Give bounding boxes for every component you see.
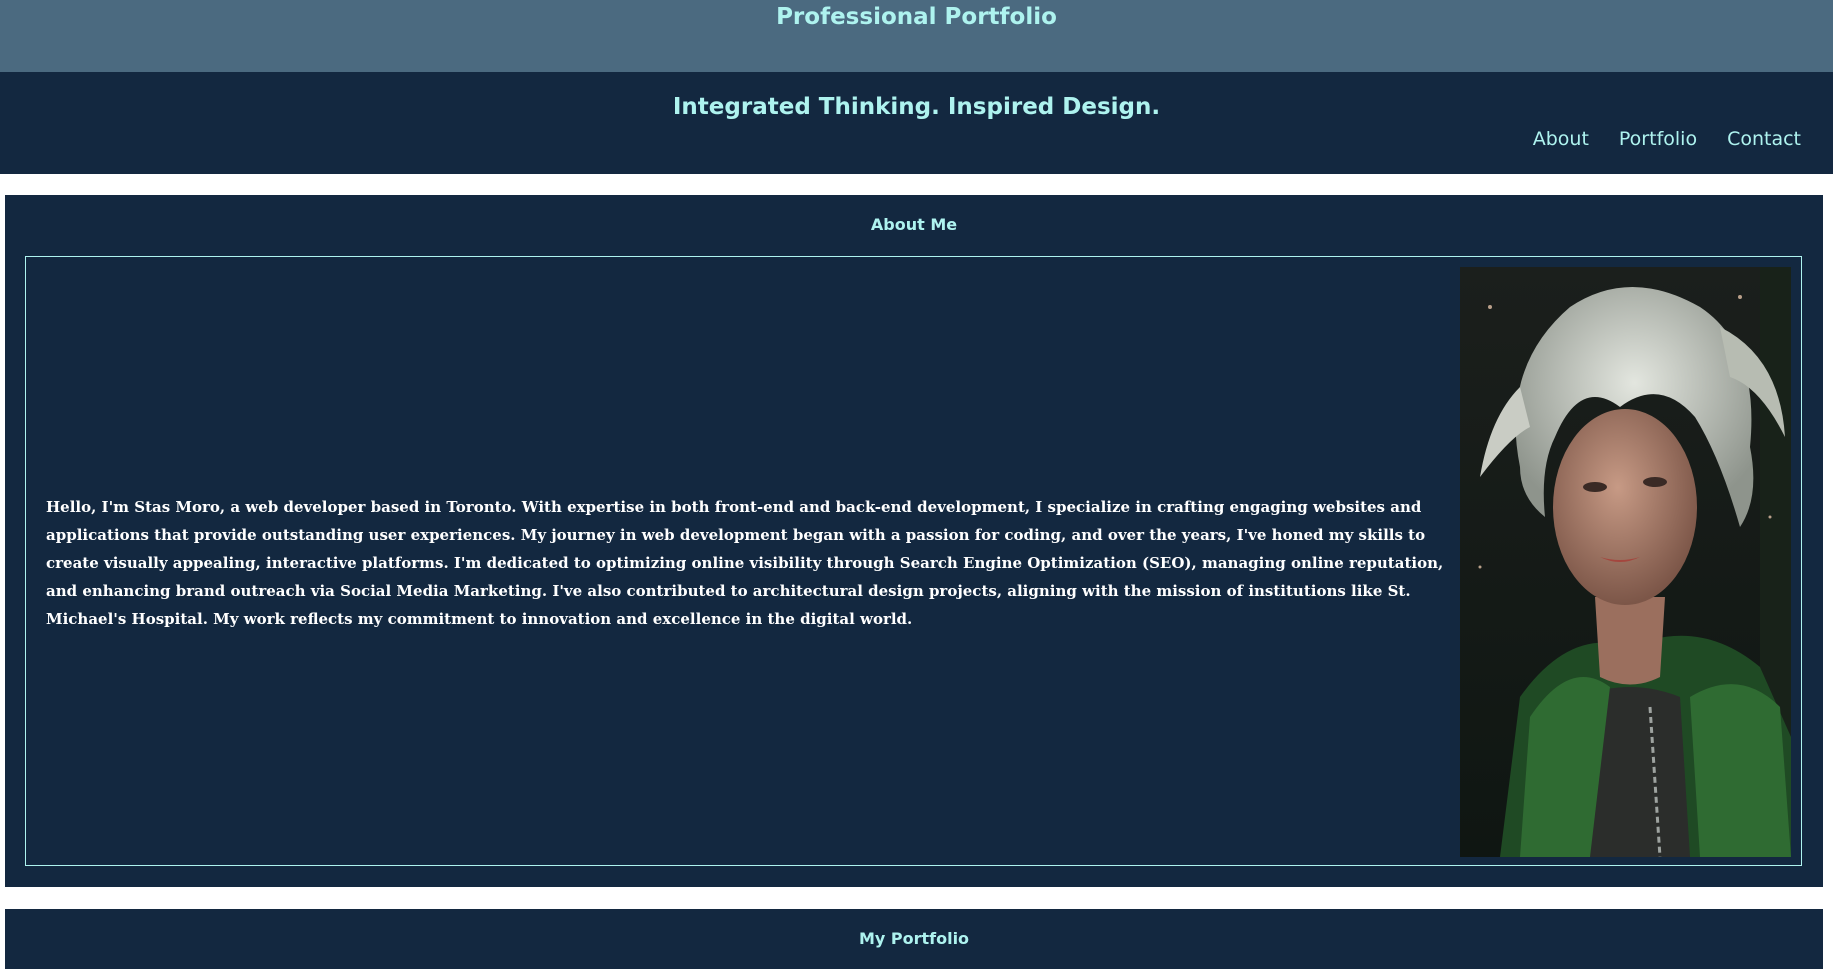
portfolio-title: My Portfolio [858, 929, 970, 948]
nav-link-contact[interactable]: Contact [1727, 127, 1801, 151]
about-title: About Me [870, 215, 958, 234]
about-box: Hello, I'm Stas Moro, a web developer ba… [25, 256, 1802, 866]
about-text: Hello, I'm Stas Moro, a web developer ba… [46, 498, 1444, 628]
main-nav: About Portfolio Contact [1533, 127, 1801, 151]
top-banner: Professional Portfolio [0, 0, 1833, 72]
nav-link-portfolio[interactable]: Portfolio [1619, 127, 1697, 151]
portfolio-section: My Portfolio [5, 909, 1823, 969]
about-section: About Me Hello, I'm Stas Moro, a web dev… [5, 195, 1823, 887]
nav-link-about[interactable]: About [1533, 127, 1589, 151]
tagline: Integrated Thinking. Inspired Design. [672, 94, 1161, 120]
portrait-image [1460, 267, 1791, 857]
site-title: Professional Portfolio [776, 4, 1057, 30]
header: Integrated Thinking. Inspired Design. Ab… [0, 72, 1833, 174]
